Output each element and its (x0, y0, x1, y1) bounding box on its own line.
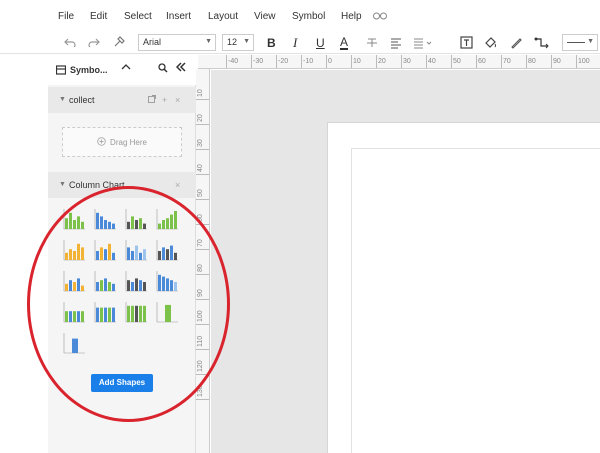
add-icon[interactable]: + (162, 95, 167, 105)
ruler-tick-label: -10 (303, 58, 314, 65)
ruler-tick-label: 0 (328, 58, 332, 65)
ruler-tick (401, 55, 402, 68)
ruler-tick (196, 174, 209, 175)
line-spacing-icon[interactable] (413, 37, 433, 52)
ruler-tick (376, 55, 377, 68)
redo-icon[interactable] (88, 37, 100, 50)
horizontal-ruler: -40 -30 -20 -10 0 10 20 30 40 50 60 70 80 90 100 (198, 55, 600, 69)
ruler-tick (196, 199, 209, 200)
chevron-up-icon[interactable] (121, 62, 131, 75)
ruler-tick (526, 55, 527, 68)
ruler-tick (226, 55, 227, 68)
menu-help[interactable]: Help (341, 11, 362, 22)
ruler-tick (196, 99, 209, 100)
chevron-down-icon: ▼ (243, 38, 250, 45)
menu-select[interactable]: Select (124, 11, 152, 22)
caret-down-icon: ▼ (59, 96, 66, 103)
page-margin (351, 148, 600, 453)
collect-section-header[interactable]: ▼ collect + × (48, 87, 196, 113)
ruler-tick (196, 124, 209, 125)
drag-here-text: Drag Here (110, 137, 147, 147)
ruler-tick-label: 40 (428, 58, 436, 65)
ruler-tick-label: 70 (503, 58, 511, 65)
undo-icon[interactable] (64, 37, 76, 50)
collect-label: collect (69, 95, 95, 105)
plus-circle-icon (97, 136, 106, 148)
ruler-tick (426, 55, 427, 68)
highlight-circle (27, 186, 230, 422)
menu-edit[interactable]: Edit (90, 11, 107, 22)
caret-down-icon: ▼ (59, 181, 66, 188)
close-icon[interactable]: × (175, 95, 180, 105)
export-icon[interactable] (148, 95, 156, 105)
chevron-down-icon: ▼ (587, 38, 594, 45)
ruler-tick (196, 149, 209, 150)
panel-header: Symbo... (48, 55, 196, 85)
connector-icon[interactable] (534, 36, 552, 52)
ruler-tick-label: 30 (403, 58, 411, 65)
ruler-tick (276, 55, 277, 68)
ruler-tick (351, 55, 352, 68)
pen-icon[interactable] (510, 36, 523, 52)
ruler-tick-label: 10 (353, 58, 361, 65)
collapse-panel-icon[interactable] (175, 61, 186, 75)
ruler-tick-label: 50 (197, 189, 204, 197)
ruler-tick (551, 55, 552, 68)
ruler-tick (326, 55, 327, 68)
font-family-select[interactable]: Arial ▼ (138, 34, 216, 51)
align-icon[interactable] (390, 37, 402, 52)
ruler-tick-label: -40 (228, 58, 239, 65)
ruler-tick-label: -20 (278, 58, 289, 65)
ruler-tick-label: 60 (478, 58, 486, 65)
ruler-tick (476, 55, 477, 68)
menu-view[interactable]: View (254, 11, 276, 22)
chevron-down-icon: ▼ (205, 38, 212, 45)
bold-button[interactable]: B (267, 37, 276, 49)
ruler-tick-label: 50 (453, 58, 461, 65)
ruler-tick (251, 55, 252, 68)
fill-icon[interactable] (484, 36, 497, 52)
ruler-tick (576, 55, 577, 68)
drawing-page[interactable] (327, 122, 600, 453)
strikethrough-icon[interactable] (366, 37, 378, 52)
ruler-tick-label: 90 (553, 58, 561, 65)
search-icon[interactable] (158, 63, 168, 76)
font-color-button[interactable]: A (340, 36, 349, 50)
underline-button[interactable]: U (316, 37, 325, 49)
ruler-tick-label: 30 (197, 139, 204, 147)
italic-button[interactable]: I (293, 36, 297, 49)
menu-file[interactable]: File (58, 11, 74, 22)
library-icon (55, 65, 67, 78)
ruler-tick-label: 80 (528, 58, 536, 65)
drag-here-zone[interactable]: Drag Here (62, 127, 182, 157)
ruler-tick (501, 55, 502, 68)
drawing-canvas[interactable] (211, 70, 600, 453)
font-family-value: Arial (143, 37, 162, 47)
menu-bar: File Edit Select Insert Layout View Symb… (0, 0, 600, 32)
close-icon[interactable]: × (175, 180, 180, 190)
ruler-tick-label: 20 (378, 58, 386, 65)
menu-symbol[interactable]: Symbol (292, 11, 325, 22)
format-painter-icon[interactable] (113, 36, 125, 51)
ruler-tick-label: -30 (253, 58, 264, 65)
panel-title: Symbo... (70, 65, 108, 75)
menu-layout[interactable]: Layout (208, 11, 238, 22)
menu-insert[interactable]: Insert (166, 11, 191, 22)
ruler-tick (451, 55, 452, 68)
ruler-tick-label: 100 (578, 58, 590, 65)
ruler-tick (301, 55, 302, 68)
ruler-tick (196, 399, 209, 400)
font-size-select[interactable]: 12 ▼ (222, 34, 254, 51)
ruler-tick-label: 10 (197, 89, 204, 97)
glasses-icon[interactable] (373, 10, 387, 23)
ruler-tick-label: 40 (197, 164, 204, 172)
font-size-value: 12 (227, 37, 238, 47)
line-style-select[interactable]: ▼ (562, 34, 598, 51)
text-box-icon[interactable] (460, 36, 473, 52)
line-style-preview (567, 42, 585, 43)
ruler-tick-label: 20 (197, 114, 204, 122)
